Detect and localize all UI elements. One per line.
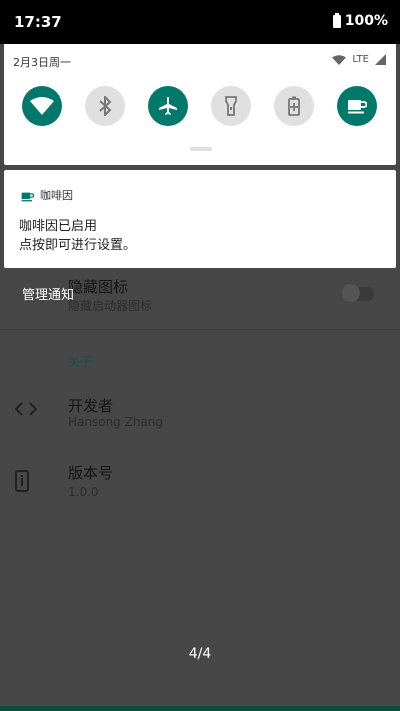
network-type: LTE (352, 54, 369, 65)
tile-flashlight[interactable] (211, 86, 251, 126)
notification-text: 点按即可进行设置。 (19, 238, 137, 253)
tile-caffeine[interactable] (337, 86, 377, 126)
status-bar: 17:37 100% (0, 0, 400, 44)
wifi-signal-icon (332, 54, 347, 65)
status-time: 17:37 (14, 13, 62, 31)
version-title: 版本号 (68, 464, 114, 482)
flashlight-icon (225, 96, 237, 116)
version-value: 1.0.0 (68, 485, 99, 499)
wifi-icon (30, 97, 54, 115)
qs-date[interactable]: 2月3日周一 (13, 54, 71, 70)
developer-name: Hansong Zhang (68, 415, 164, 429)
tile-airplane[interactable] (148, 86, 188, 126)
page-indicator: 4/4 (188, 646, 212, 662)
qs-status-icons: LTE (332, 54, 386, 65)
battery-level: 100% (344, 13, 388, 29)
battery-icon (332, 12, 341, 28)
tile-bluetooth[interactable] (85, 86, 125, 126)
manage-notifications-button[interactable]: 管理通知 (22, 284, 74, 303)
divider (0, 329, 400, 330)
cell-signal-icon (375, 54, 386, 65)
battery-saver-icon (288, 96, 300, 116)
notification-app-name: 咖啡因 (40, 189, 73, 202)
bottom-bar (0, 706, 400, 711)
tile-battery-saver[interactable] (274, 86, 314, 126)
coffee-icon (21, 187, 35, 206)
caffeine-notification[interactable]: 咖啡因 咖啡因已启用 点按即可进行设置。 (4, 170, 396, 268)
quick-settings-panel: 2月3日周一 LTE (4, 44, 396, 165)
hide-icon-toggle[interactable] (342, 284, 374, 302)
airplane-icon (159, 97, 177, 115)
tile-wifi[interactable] (22, 86, 62, 126)
qs-tiles (4, 86, 396, 128)
notification-title: 咖啡因已启用 (19, 219, 98, 234)
bluetooth-icon (99, 96, 112, 116)
coffee-icon (348, 100, 367, 114)
phone-info-icon (15, 470, 29, 496)
hide-icon-subtitle: 隐藏启动器图标 (68, 299, 153, 313)
developer-title: 开发者 (68, 397, 114, 415)
hide-icon-title: 隐藏图标 (68, 278, 129, 296)
code-icon (14, 402, 38, 420)
status-right: 100% (332, 12, 388, 29)
section-about: 关于 (68, 355, 93, 369)
qs-drag-handle[interactable] (190, 147, 212, 151)
